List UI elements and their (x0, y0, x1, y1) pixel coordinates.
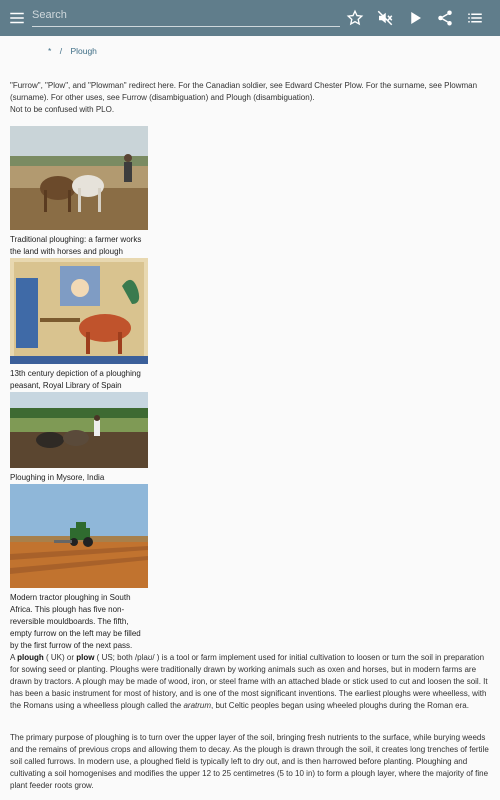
breadcrumb-current[interactable]: Plough (70, 46, 96, 56)
figure-horses-plough: Traditional ploughing: a farmer works th… (10, 126, 148, 258)
purpose-text: The primary purpose of ploughing is to t… (10, 733, 489, 790)
term-aratrum: aratrum (183, 701, 212, 710)
table-of-contents-icon (468, 13, 482, 23)
play-button[interactable] (402, 5, 428, 31)
mysore-ploughing-image[interactable] (10, 392, 148, 468)
hatnote: "Furrow", "Plow", and "Plowman" redirect… (10, 80, 492, 116)
figure-tractor-ploughing: Modern tractor ploughing in South Africa… (10, 484, 148, 652)
figure-mysore-ploughing: Ploughing in Mysore, India (10, 392, 148, 484)
star-icon (346, 9, 364, 26)
play-icon (411, 12, 421, 24)
intro-text: , but Celtic peoples began using wheeled… (211, 701, 469, 710)
contents-button[interactable] (462, 5, 488, 31)
breadcrumb: * / Plough (48, 46, 103, 56)
figure-caption: Modern tractor ploughing in South Africa… (10, 593, 141, 650)
article-paragraph-intro: A plough ( UK) or plow ( US; both /plaʊ/… (10, 652, 492, 712)
bookmark-button[interactable] (342, 5, 368, 31)
hatnote-redirect: "Furrow", "Plow", and "Plowman" redirect… (10, 81, 478, 102)
breadcrumb-separator: / (59, 46, 63, 56)
term-plow: plow (76, 653, 95, 662)
horses-plough-image[interactable] (10, 126, 148, 230)
volume-off-icon (377, 10, 393, 26)
figure-caption: 13th century depiction of a ploughing pe… (10, 369, 141, 390)
tractor-ploughing-image[interactable] (10, 484, 148, 588)
menu-button[interactable] (4, 5, 30, 31)
figure-caption: Ploughing in Mysore, India (10, 473, 105, 482)
mute-button[interactable] (372, 5, 398, 31)
breadcrumb-home-link[interactable]: * (48, 46, 51, 56)
article-paragraph-purpose: The primary purpose of ploughing is to t… (10, 732, 492, 792)
term-plough: plough (17, 653, 44, 662)
medieval-ploughing-image[interactable] (10, 258, 148, 364)
figure-caption: Traditional ploughing: a farmer works th… (10, 235, 142, 256)
hatnote-not-confused: Not to be confused with PLO. (10, 105, 115, 114)
share-button[interactable] (432, 5, 458, 31)
menu-icon (10, 12, 24, 24)
intro-text: ( UK) or (43, 653, 77, 662)
app-toolbar (0, 0, 500, 36)
share-icon (438, 10, 452, 26)
search-box (32, 5, 340, 27)
search-input[interactable] (32, 5, 340, 25)
figure-medieval-ploughing: 13th century depiction of a ploughing pe… (10, 258, 148, 392)
